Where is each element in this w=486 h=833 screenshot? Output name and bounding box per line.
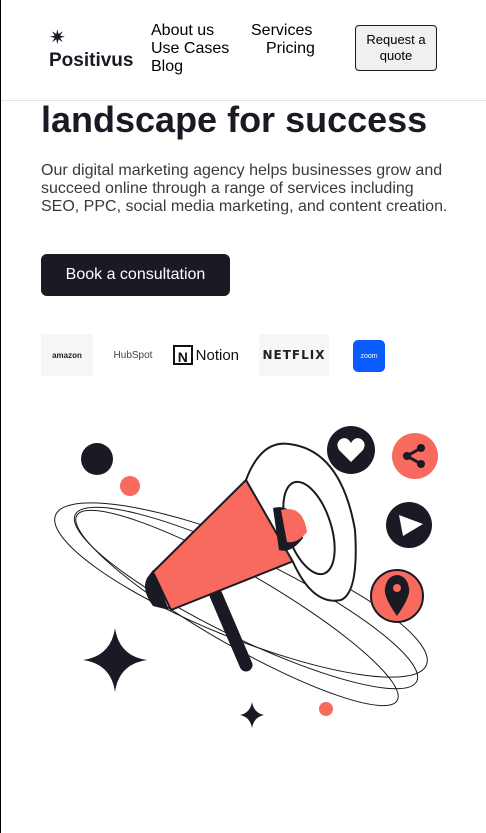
client-logos: amazon HubSpot N Notion NETFLIX zoom [41,334,441,378]
share-icon [392,433,438,479]
location-pin-icon [370,569,424,623]
nav-about-us[interactable]: About us [151,22,214,40]
sparkle-star-icon [83,628,147,692]
megaphone-icon [145,442,357,672]
nav-services[interactable]: Services [251,22,312,40]
notion-wordmark: Notion [195,346,239,364]
hubspot-logo: HubSpot [113,349,153,361]
request-quote-button[interactable]: Request a quote [355,25,437,71]
small-coral-dot [319,702,333,716]
nav-use-cases[interactable]: Use Cases [151,40,229,58]
black-dot [81,443,113,475]
hero-description: Our digital marketing agency helps busin… [41,162,448,215]
book-consultation-button[interactable]: Book a consultation [41,254,230,296]
notion-icon: N [173,345,193,365]
site-header: ✷ Positivus About us Services Use Cases … [1,0,486,101]
megaphone-illustration [54,426,438,728]
heart-icon [327,426,375,474]
coral-dot [120,476,140,496]
asterisk-star-icon: ✷ [49,27,66,49]
zoom-logo: zoom [353,340,385,372]
small-star-icon [240,702,264,728]
nav-pricing[interactable]: Pricing [266,40,315,58]
nav-blog[interactable]: Blog [151,58,183,76]
netflix-logo: NETFLIX [259,334,329,376]
brand-name: Positivus [49,50,134,71]
hero-title: landscape for success [41,99,428,140]
notion-logo: N Notion [173,334,239,376]
play-icon [386,502,432,548]
amazon-logo: amazon [41,334,93,376]
